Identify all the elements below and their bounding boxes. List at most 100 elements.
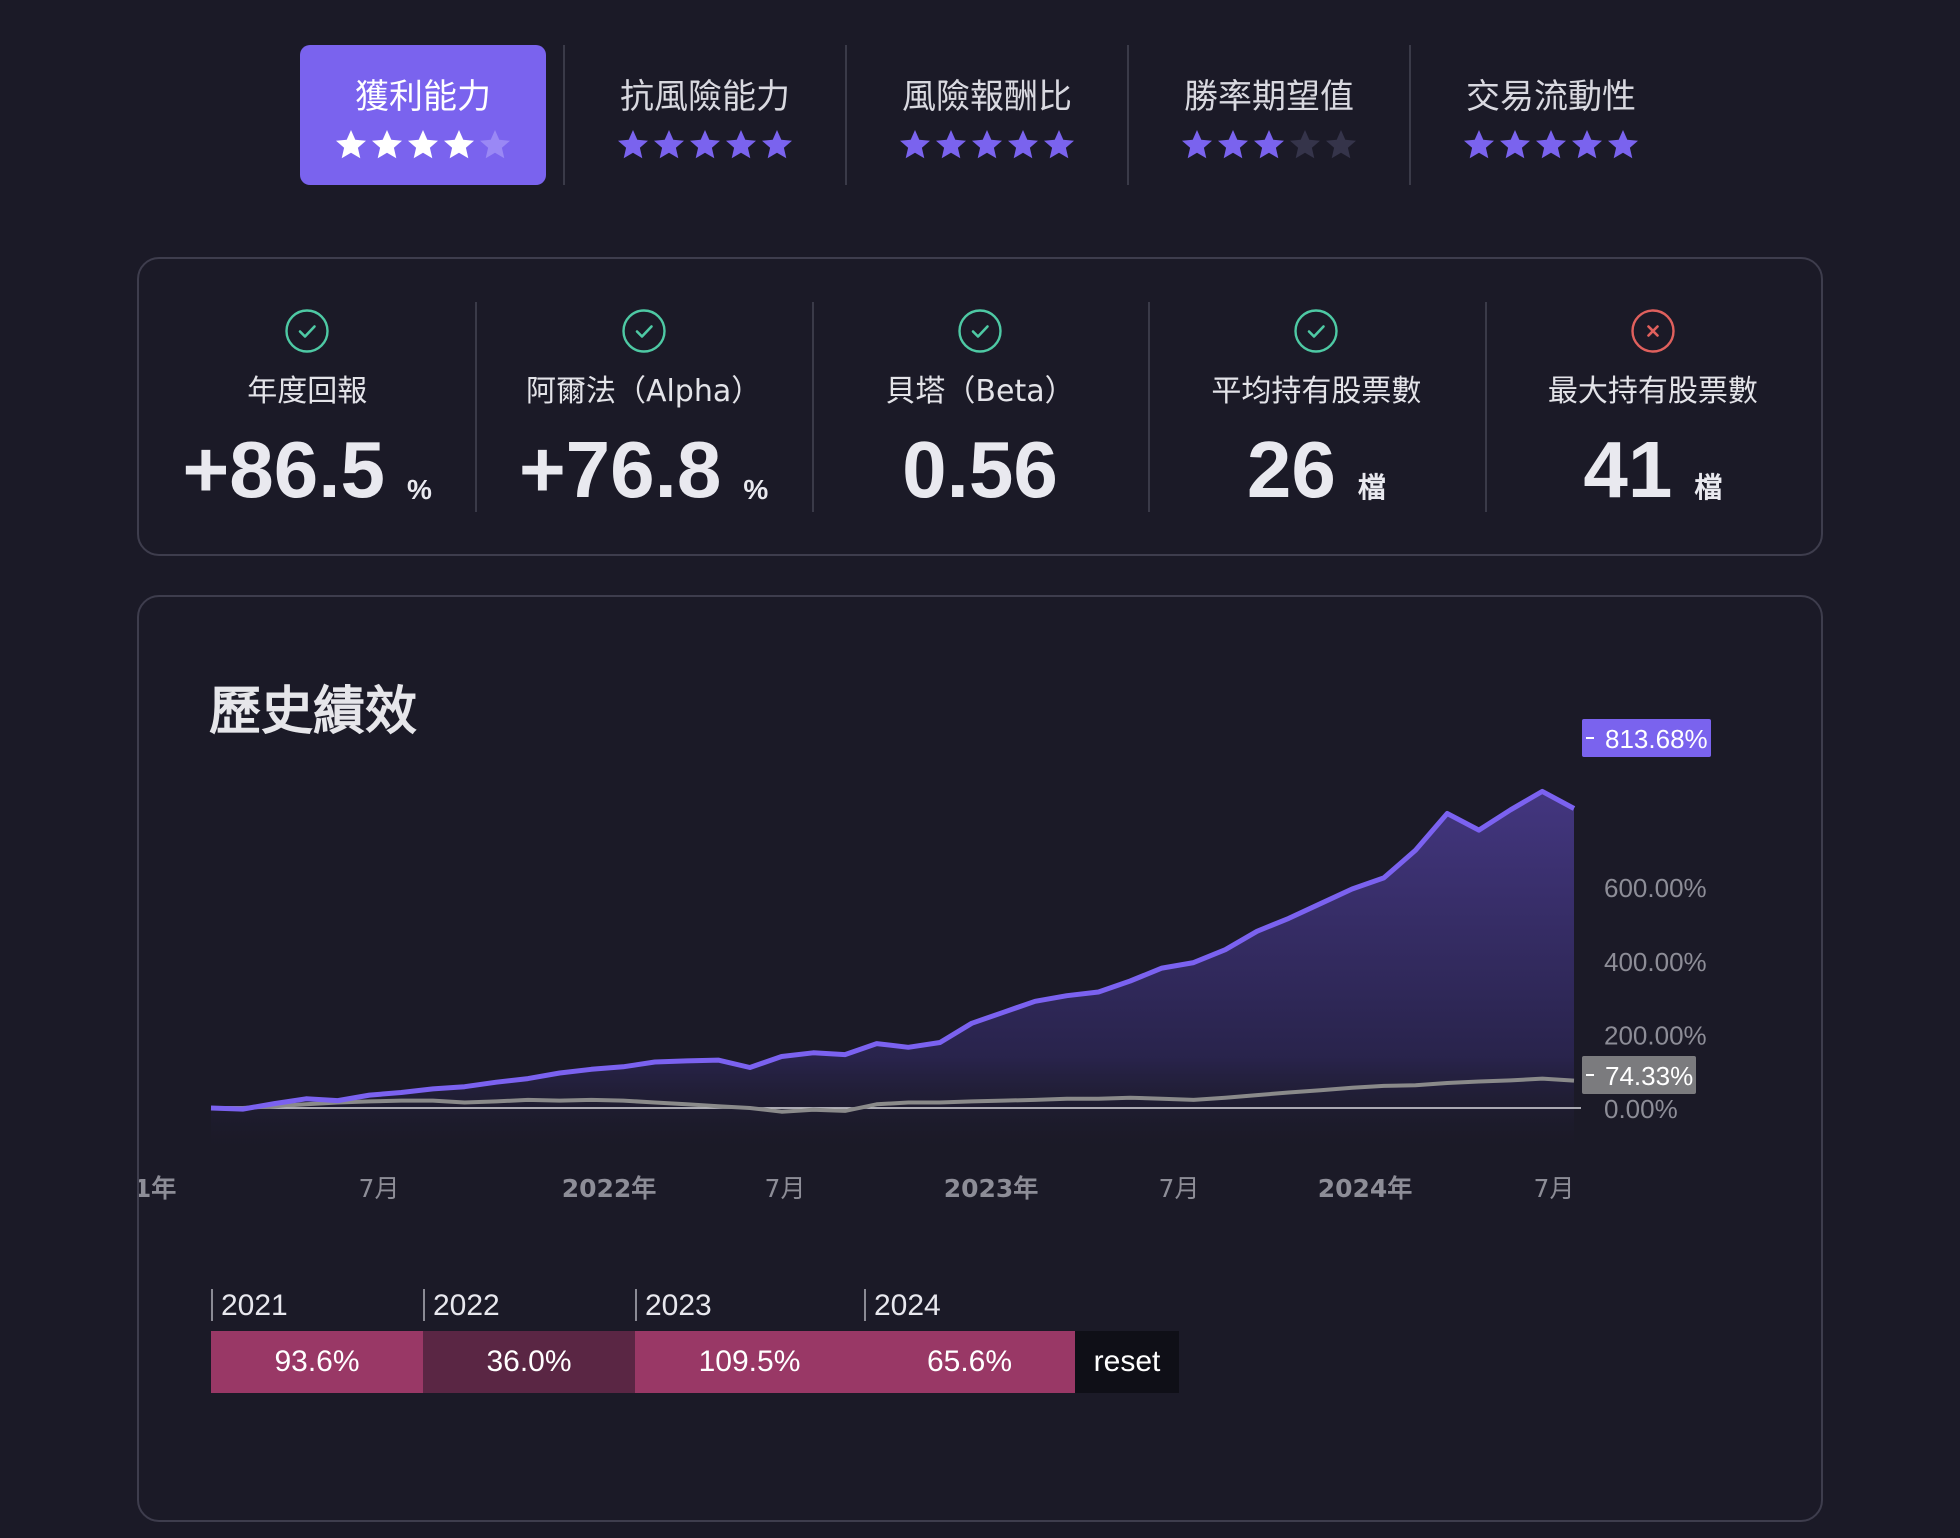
y-tick-label: 200.00% [1604,1020,1707,1050]
year-label: 2024 [874,1289,941,1322]
strategy-area [211,791,1574,1147]
tab-divider [563,45,565,185]
metric-unit: 檔 [1694,471,1723,503]
x-tick-label: 2022年 [562,1174,657,1203]
star-filled-icon [442,128,476,162]
year-2021[interactable]: 2021 93.6% [211,1289,423,1399]
star-empty-icon [1288,128,1322,162]
check-circle-icon [284,308,330,354]
metric-label: 年度回報 [247,373,368,409]
year-2023[interactable]: 2023 109.5% [635,1289,864,1399]
year-tick [864,1289,866,1321]
year-return-cell: 65.6% [864,1331,1075,1393]
y-tick-label: 0.00% [1604,1094,1678,1124]
star-filled-icon [898,128,932,162]
metric-label: 最大持有股票數 [1547,373,1758,409]
year-2022[interactable]: 2022 36.0% [423,1289,635,1399]
x-circle-icon [1630,308,1676,354]
x-tick-label: 2021年 [139,1174,176,1203]
tab-divider [845,45,847,185]
year-tick [635,1289,637,1321]
y-tick-label: 600.00% [1604,873,1707,903]
x-tick-label: 7月 [1534,1174,1575,1203]
star-rating [898,128,1076,162]
tab-divider [1409,45,1411,185]
metric-label: 平均持有股票數 [1211,373,1422,409]
year-tick [211,1289,213,1321]
metric-alpha: 阿爾法（Alpha） +76.8 % [475,301,811,514]
star-filled-icon [760,128,794,162]
star-rating [1180,128,1358,162]
year-return-cell: 93.6% [211,1331,423,1393]
star-filled-icon [1006,128,1040,162]
star-filled-icon [334,128,368,162]
year-tick [423,1289,425,1321]
metric-unit: % [406,473,432,505]
metric-value: 0.56 [902,424,1058,514]
metric-value: +86.5 [182,424,385,514]
star-filled-icon [406,128,440,162]
tab-win-rate[interactable]: 勝率期望值 [1146,45,1392,185]
reset-button[interactable]: reset [1075,1331,1179,1393]
tab-profitability[interactable]: 獲利能力 [300,45,546,185]
star-rating [1462,128,1640,162]
tab-label: 交易流動性 [1466,76,1636,117]
star-filled-icon [724,128,758,162]
star-filled-icon [1606,128,1640,162]
metric-value: 26 [1246,424,1336,514]
history-performance-card: 0.00% 200.00% 400.00% 600.00% 2021年 7月 2022年 7月… [137,595,1823,1522]
star-filled-icon [934,128,968,162]
star-filled-icon [1180,128,1214,162]
star-filled-icon [1252,128,1286,162]
year-2024[interactable]: 2024 65.6% [864,1289,1075,1399]
star-filled-icon [1462,128,1496,162]
tab-liquidity[interactable]: 交易流動性 [1428,45,1674,185]
x-tick-label: 2024年 [1318,1174,1413,1203]
metric-annual-return: 年度回報 +86.5 % [139,302,475,512]
tab-risk-resistance[interactable]: 抗風險能力 [582,45,828,185]
star-filled-icon [1570,128,1604,162]
check-circle-icon [621,308,667,354]
x-tick-label: 7月 [359,1174,400,1203]
star-filled-icon [616,128,650,162]
year-label: 2021 [221,1289,288,1322]
metric-label: 貝塔（Beta） [885,373,1075,409]
tab-risk-reward[interactable]: 風險報酬比 [864,45,1110,185]
year-label: 2022 [433,1289,500,1322]
metrics-card: 年度回報 +86.5 % 阿爾法（Alpha） +76.8 % 貝塔（Beta）… [137,257,1823,556]
star-filled-icon [1498,128,1532,162]
metric-avg-holdings: 平均持有股票數 26 檔 [1148,301,1484,514]
tab-label: 抗風險能力 [620,76,790,117]
star-filled-icon [652,128,686,162]
star-filled-icon [970,128,1004,162]
tab-label: 獲利能力 [355,76,491,117]
star-filled-icon [1042,128,1076,162]
star-filled-icon [1216,128,1250,162]
metric-beta: 貝塔（Beta） 0.56 [811,301,1148,514]
year-return-cell: 36.0% [423,1331,635,1393]
metric-value: +76.8 [518,424,722,514]
metric-unit: 檔 [1357,471,1386,503]
star-rating [334,128,512,162]
star-filled-icon [1534,128,1568,162]
x-tick-label: 7月 [765,1174,806,1203]
star-filled-icon [370,128,404,162]
metric-value: 41 [1583,424,1673,514]
star-empty-icon [478,128,512,162]
check-circle-icon [957,308,1003,354]
star-empty-icon [1324,128,1358,162]
metric-max-holdings: 最大持有股票數 41 檔 [1484,301,1821,514]
star-rating [616,128,794,162]
metric-label: 阿爾法（Alpha） [525,373,762,409]
tab-label: 風險報酬比 [902,76,1072,117]
benchmark-end-badge-label: 74.33% [1605,1061,1693,1091]
y-tick-label: 400.00% [1604,947,1707,977]
x-tick-label: 7月 [1159,1174,1200,1203]
year-return-cell: 109.5% [635,1331,864,1393]
strategy-end-badge-label: 813.68% [1605,724,1708,754]
check-circle-icon [1293,308,1339,354]
chart-title: 歷史績效 [209,682,418,742]
star-filled-icon [688,128,722,162]
tab-label: 勝率期望值 [1184,76,1354,117]
tab-divider [1127,45,1129,185]
